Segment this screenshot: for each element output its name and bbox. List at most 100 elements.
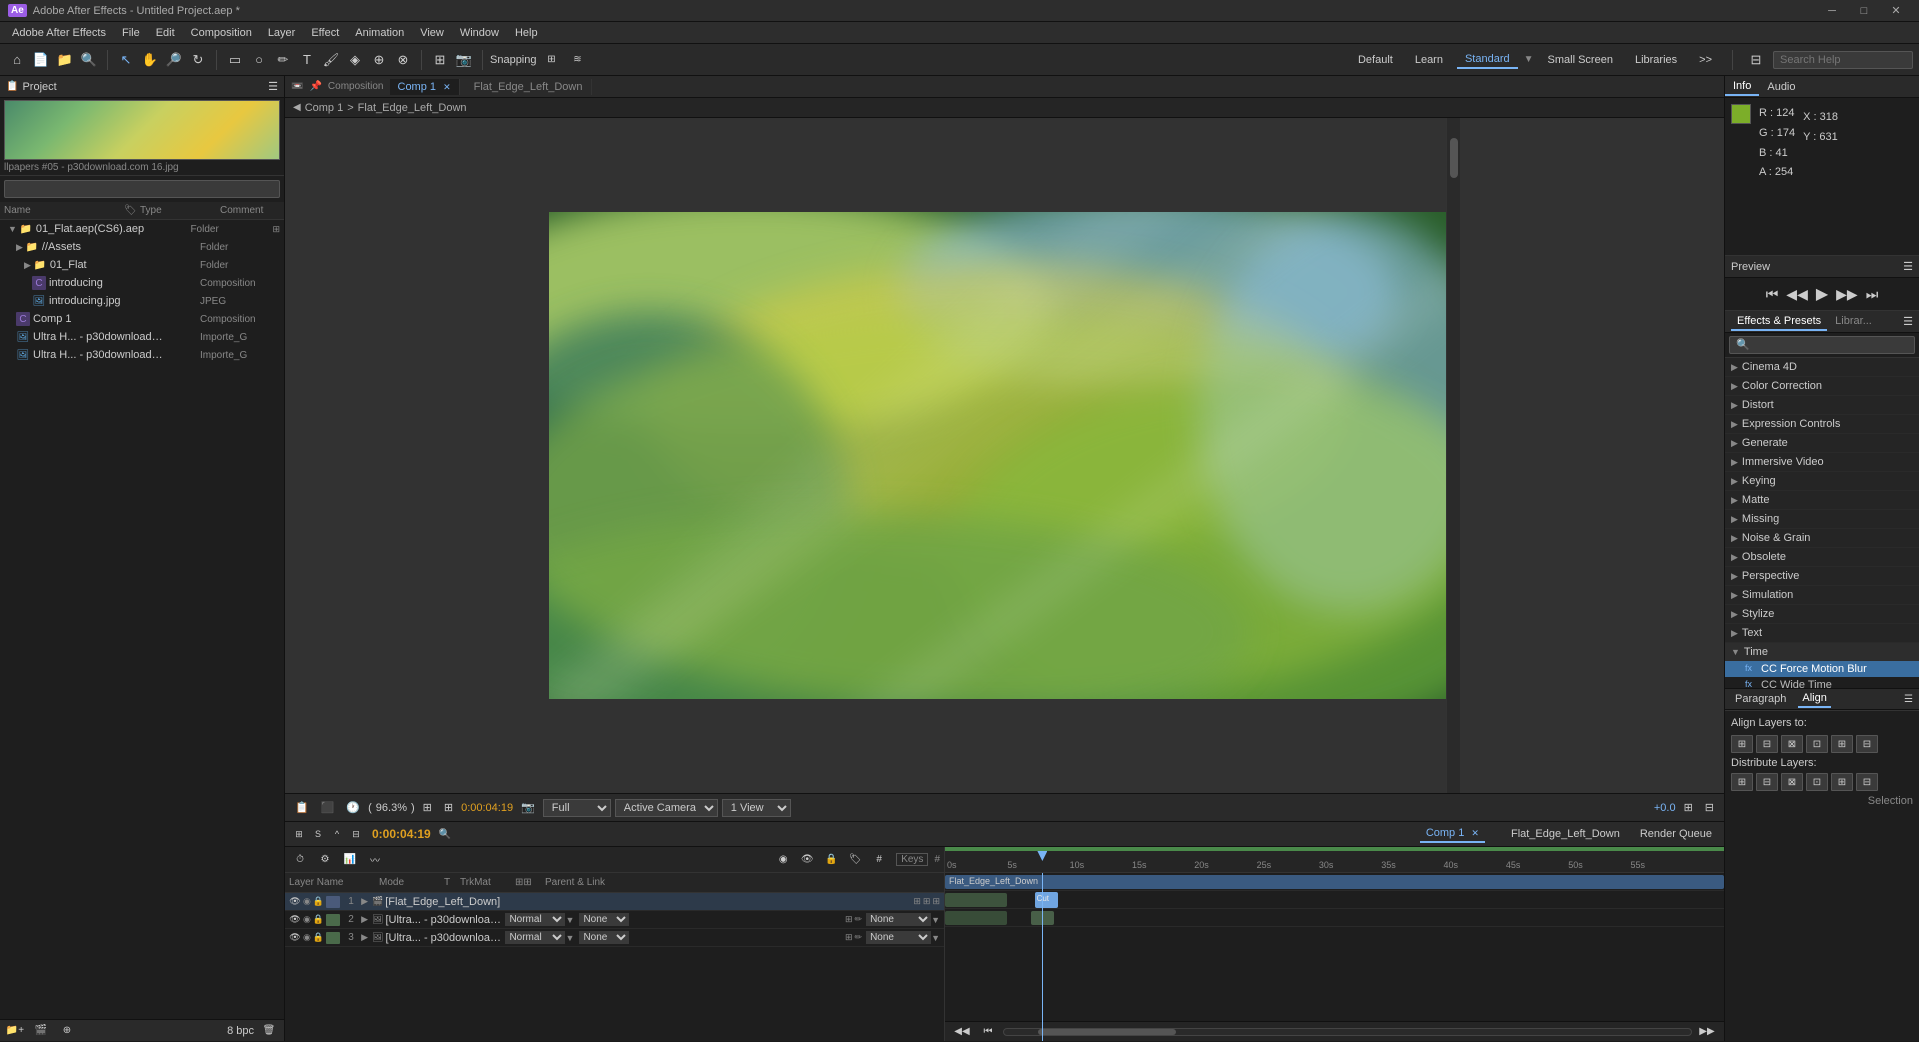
work-area-bar[interactable] [945,847,1724,851]
tab-audio[interactable]: Audio [1759,79,1803,95]
layer-3-solo[interactable]: ◉ [303,932,311,943]
dist-right-btn[interactable]: ⊠ [1781,773,1803,791]
project-item-introducing-jpg[interactable]: 🖼 introducing.jpg JPEG [0,292,284,310]
dist-hcenter-btn[interactable]: ⊟ [1756,773,1778,791]
timeline-layer-tab[interactable]: Flat_Edge_Left_Down [1505,826,1626,842]
breadcrumb-comp1[interactable]: Comp 1 [305,102,344,114]
project-item-assets[interactable]: ▶ 📁 //Assets Folder [0,238,284,256]
tl-motion-btn[interactable]: 〰 [364,849,386,871]
snap-toggle[interactable]: ⊞ [541,49,563,71]
bpc-label[interactable]: 8 bpc [227,1025,254,1037]
align-bottom-btn[interactable]: ⊟ [1856,735,1878,753]
effect-group-time-header[interactable]: ▼ Time [1725,643,1919,661]
menu-effect[interactable]: Effect [303,25,347,41]
menu-help[interactable]: Help [507,25,546,41]
layer-2-solo[interactable]: ◉ [303,914,311,925]
effect-group-perspective-header[interactable]: ▶ Perspective [1725,567,1919,585]
timeline-render-tab[interactable]: Render Queue [1634,826,1718,842]
tl-add-marker-btn[interactable]: ◀◀ [951,1021,973,1042]
new-item-btn[interactable]: ⊕ [56,1020,78,1042]
menu-composition[interactable]: Composition [183,25,260,41]
search-button[interactable]: 🔍 [78,49,100,71]
layer-3-switch-1[interactable]: ⊞ [845,932,853,943]
workspace-learn[interactable]: Learn [1407,52,1451,68]
workspace-small-screen[interactable]: Small Screen [1540,52,1621,68]
layer-1-vis[interactable]: 👁 [289,896,301,908]
layer-1-lock[interactable]: 🔒 [313,896,324,907]
comp-scrollbar-v[interactable] [1446,118,1460,793]
layer-2-switch-2[interactable]: ✏ [855,914,863,925]
layer-3-trk-select[interactable]: None [579,931,629,944]
project-search-input[interactable] [4,180,280,198]
menu-file[interactable]: File [114,25,148,41]
search-help-input[interactable] [1773,51,1913,69]
rotate-tool[interactable]: ↻ [187,49,209,71]
effect-group-stylize-header[interactable]: ▶ Stylize [1725,605,1919,623]
tl-live-btn[interactable]: ⏱ [289,849,311,871]
effect-group-expression-header[interactable]: ▶ Expression Controls [1725,415,1919,433]
project-item-introducing[interactable]: C introducing Composition [0,274,284,292]
effect-item-cc-wide-time[interactable]: fx CC Wide Time [1725,677,1919,688]
ellipse-tool[interactable]: ○ [248,49,270,71]
tab-libraries[interactable]: Librar... [1829,313,1878,331]
layer-1-solo[interactable]: ◉ [303,896,311,907]
effect-group-immersive-header[interactable]: ▶ Immersive Video [1725,453,1919,471]
comp-tab-comp1[interactable]: Comp 1 ✕ [390,79,460,95]
align-left-btn[interactable]: ⊞ [1731,735,1753,753]
workspace-libraries[interactable]: Libraries [1627,52,1685,68]
puppet-tool[interactable]: ⊕ [368,49,390,71]
comp-bg-btn[interactable]: ⬛ [317,799,339,816]
puppet2-tool[interactable]: ⊗ [392,49,414,71]
maximize-button[interactable]: □ [1849,0,1879,22]
align-top-btn[interactable]: ⊡ [1806,735,1828,753]
layer-3-color[interactable] [326,932,340,944]
preview-back-btn[interactable]: ◀◀ [1786,286,1808,303]
tl-vis-btn[interactable]: 👁 [796,849,818,871]
effect-group-color-header[interactable]: ▶ Color Correction [1725,377,1919,395]
layer-3-lock[interactable]: 🔒 [313,932,324,943]
zoom-tool[interactable]: 🔎 [163,49,185,71]
dist-bottom-btn[interactable]: ⊟ [1856,773,1878,791]
brush-tool[interactable]: 🖌 [320,49,342,71]
layer-1-switch-3[interactable]: ⊞ [932,896,940,907]
layer-1-switch-2[interactable]: ⊞ [923,896,931,907]
tl-go-start-btn[interactable]: ⏮ [977,1021,999,1042]
camera-select[interactable]: Active Camera [615,799,718,817]
effect-group-text-header[interactable]: ▶ Text [1725,624,1919,642]
track-bar-2-current[interactable]: Cut [1035,892,1058,908]
layer-2-parent-select[interactable]: None [866,913,931,926]
para-align-menu-btn[interactable]: ☰ [1904,694,1913,705]
close-button[interactable]: ✕ [1881,0,1911,22]
composition-viewer[interactable] [285,118,1724,793]
timeline-settings-btn[interactable]: ⊞ [291,826,307,842]
tl-graph-btn[interactable]: 📊 [339,849,361,871]
camera-tool[interactable]: 📷 [453,49,475,71]
resolution-select[interactable]: FullHalfQuarter [543,799,611,817]
track-bar-1[interactable]: Flat_Edge_Left_Down [945,875,1724,889]
menu-animation[interactable]: Animation [347,25,412,41]
workspace-default[interactable]: Default [1350,52,1401,68]
layer-2-lock[interactable]: 🔒 [313,914,324,925]
workspace-standard[interactable]: Standard [1457,51,1518,69]
layer-2-expand[interactable]: ▶ [361,914,368,925]
menu-view[interactable]: View [412,25,452,41]
tl-draft-btn[interactable]: ⚙ [314,849,336,871]
align-right-btn[interactable]: ⊠ [1781,735,1803,753]
project-item-root[interactable]: ▼ 📁 01_Flat.aep(CS6).aep Folder ⊞ [0,220,284,238]
comp-tab-flat[interactable]: Flat_Edge_Left_Down [466,79,592,95]
hand-tool[interactable]: ✋ [139,49,161,71]
effect-group-simulation-header[interactable]: ▶ Simulation [1725,586,1919,604]
comp-reset-btn[interactable]: ⊟ [1701,799,1718,816]
effects-search-input[interactable] [1729,336,1915,354]
layer-3-expand[interactable]: ▶ [361,932,368,943]
snap-options[interactable]: ≋ [567,49,589,71]
comp-time-btn[interactable]: 🕐 [342,799,364,816]
layer-2-switch-1[interactable]: ⊞ [845,914,853,925]
tl-num-btn[interactable]: # [868,849,890,871]
layer-3-parent-select[interactable]: None [866,931,931,944]
tl-lock-btn[interactable]: 🔒 [820,849,842,871]
new-button[interactable]: 📄 [30,49,52,71]
effect-group-matte-header[interactable]: ▶ Matte [1725,491,1919,509]
timeline-shy-btn[interactable]: ^ [329,826,345,842]
dist-left-btn[interactable]: ⊞ [1731,773,1753,791]
